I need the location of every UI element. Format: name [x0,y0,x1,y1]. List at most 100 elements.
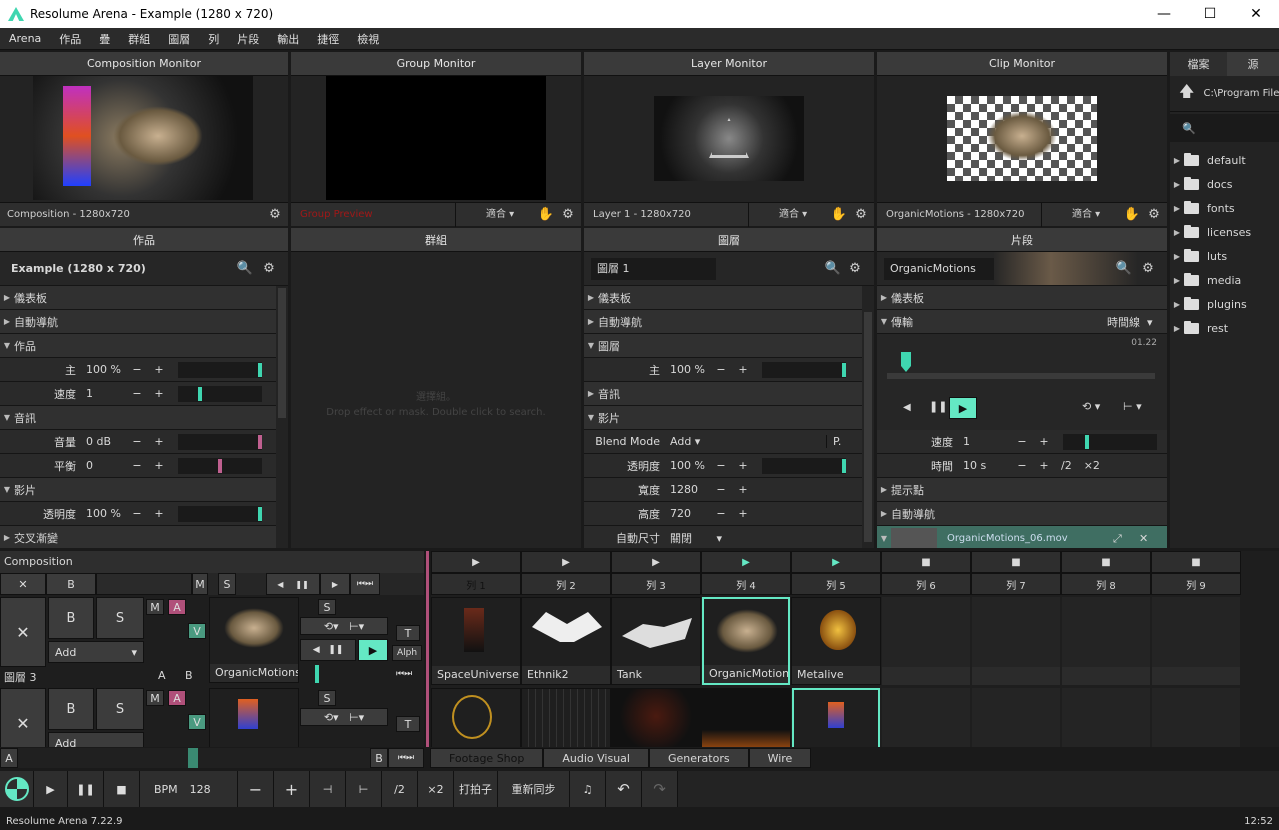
loop-icon[interactable]: ⟲▾ [324,711,339,724]
column-trigger-2[interactable]: ▶ [521,551,611,573]
skip-icon[interactable]: ⏮⏭ [388,748,424,768]
crossfader-b-button[interactable]: B [370,748,388,768]
clip-cell[interactable] [431,688,521,747]
empty-clip-slot[interactable] [1062,688,1150,747]
source-file-row[interactable]: ▼ OrganicMotions_06.mov ⤢ ✕ [877,526,1167,548]
solo-button[interactable]: S [318,690,336,706]
increment-button[interactable]: + [148,507,170,520]
slider-handle[interactable] [258,434,262,449]
solo-layer-button[interactable]: S [96,597,144,639]
folder-item[interactable]: ▶ rest [1170,316,1279,340]
audio-section[interactable]: ▶ 音訊 [584,382,862,406]
bypass-layer-button[interactable]: B [48,688,94,730]
clip-cell[interactable]: Tank [611,597,701,685]
deck-tab-audio-visual[interactable]: Audio Visual [543,748,649,768]
column-trigger-3[interactable]: ▶ [611,551,701,573]
decrement-button[interactable]: − [1011,459,1033,472]
duration-value[interactable]: 10 s [959,459,1011,472]
crossfade-section[interactable]: ▶ 交叉漸變 [0,526,276,548]
column-header-5[interactable]: 列 5 [791,573,881,595]
dashboard-section[interactable]: ▶ 儀表板 [0,286,276,310]
clip-preview[interactable] [947,96,1097,181]
menu-group[interactable]: 群組 [119,31,159,47]
composition-name[interactable]: Example (1280 x 720) [11,262,146,275]
solo-button[interactable]: S [218,573,236,595]
transition-button[interactable]: T [396,625,420,641]
video-button[interactable]: V [188,714,206,730]
decrement-button[interactable]: − [710,483,732,496]
crossfader-handle[interactable] [188,748,198,768]
clip-cell[interactable] [611,688,701,747]
slider-handle[interactable] [842,458,846,473]
increment-button[interactable]: + [732,483,754,496]
crossfader-slider[interactable] [18,748,370,768]
column-header-9[interactable]: 列 9 [1151,573,1241,595]
layer-section[interactable]: ▼ 圖層 [584,334,862,358]
increment-button[interactable]: + [732,459,754,472]
browser-search-input[interactable]: 🔍 [1170,114,1279,142]
hand-icon[interactable]: ✋ [1123,206,1141,224]
metronome-icon[interactable]: ♫ [570,771,606,807]
height-value[interactable]: 720 [666,507,710,520]
deck-tab-generators[interactable]: Generators [648,748,749,768]
cuepoints-section[interactable]: ▶ 提示點 [877,478,1167,502]
search-icon[interactable]: 🔍 [1115,260,1133,278]
redo-icon[interactable]: ↷ [642,771,678,807]
mute-button[interactable]: M [146,690,164,706]
increment-button[interactable]: + [1033,435,1055,448]
transport-section[interactable]: ▼ 傳輸 時間線 ▾ [877,310,1167,334]
volume-slider[interactable] [178,433,262,450]
column-stop-8[interactable]: ■ [1061,551,1151,573]
column-header-6[interactable]: 列 6 [881,573,971,595]
autopilot-section[interactable]: ▶ 自動導航 [877,502,1167,526]
pause-icon[interactable]: ❚❚ [328,645,343,655]
increment-button[interactable]: + [1033,459,1055,472]
direction-icon[interactable]: ⊢▾ [349,620,364,633]
nudge-back-icon[interactable]: ⊣ [310,771,346,807]
clip-cell[interactable] [521,688,611,747]
volume-value[interactable]: 0 dB [82,435,126,448]
skip-icon[interactable]: ⏮⏭ [350,573,380,595]
bpm-decrease-button[interactable]: − [238,771,274,807]
clip-cell[interactable]: SpaceUniverse [431,597,521,685]
empty-clip-slot[interactable] [972,688,1060,747]
empty-clip-slot[interactable] [1152,597,1240,685]
blend-mode-dropdown[interactable]: Add ▾ [666,435,732,448]
slider-handle[interactable] [258,362,262,377]
menu-deck[interactable]: 疊 [90,31,119,47]
play-icon[interactable]: ▶ [320,573,350,595]
bpm-value[interactable]: 128 [190,783,211,796]
expand-icon[interactable]: ⤢ [1113,532,1122,546]
mute-button[interactable]: M [146,599,164,615]
slider-handle[interactable] [218,458,222,473]
bpm-double-button[interactable]: ×2 [418,771,454,807]
clip-cell[interactable] [792,688,880,747]
up-arrow-icon[interactable]: 🡅 [1170,81,1204,106]
playhead-handle[interactable] [901,352,911,372]
timeline-bar[interactable] [887,373,1155,379]
composition-section[interactable]: ▼ 作品 [0,334,276,358]
bypass-layer-button[interactable]: B [48,597,94,639]
play-button[interactable]: ▶ [358,639,388,661]
speed-value[interactable]: 1 [82,387,126,400]
column-header-2[interactable]: 列 2 [521,573,611,595]
increment-button[interactable]: + [148,459,170,472]
a-side-button[interactable]: A [158,669,166,682]
folder-item[interactable]: ▶ luts [1170,244,1279,268]
layer-name-field[interactable]: 圖層 1 [591,257,716,280]
column-stop-6[interactable]: ■ [881,551,971,573]
master-slider[interactable] [762,361,846,378]
deck-tab-wire[interactable]: Wire [748,748,812,768]
clear-all-button[interactable]: ✕ [0,573,46,595]
empty-clip-slot[interactable] [1062,597,1150,685]
direction-icon[interactable]: ⊢▾ [349,711,364,724]
menu-column[interactable]: 列 [199,31,228,47]
gear-icon[interactable]: ⚙ [852,206,870,224]
fit-dropdown[interactable]: 適合 ▾ [748,202,807,227]
clip-cell[interactable] [701,688,791,747]
master-value[interactable]: 100 % [82,363,126,376]
layer-preview[interactable] [654,96,804,181]
alpha-button[interactable]: Alph [392,645,422,661]
resync-button[interactable]: 重新同步 [498,771,570,807]
slider-handle[interactable] [842,362,846,377]
